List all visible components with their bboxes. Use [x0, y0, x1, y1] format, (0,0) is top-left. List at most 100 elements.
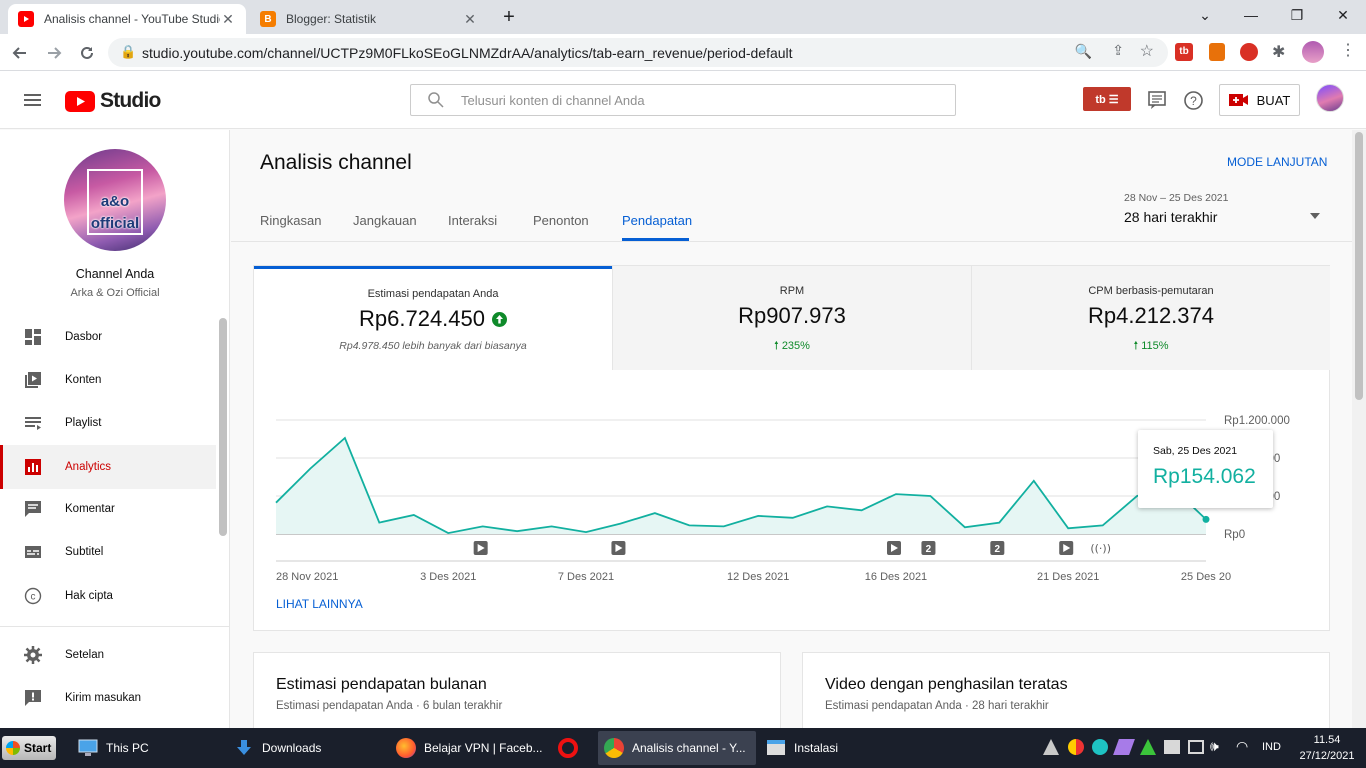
video-event-icon: [473, 541, 488, 555]
sidebar-item-setelan[interactable]: Setelan: [0, 633, 216, 677]
sidebar-item-kirim-masukan[interactable]: Kirim masukan: [0, 676, 216, 720]
sidebar-item-label: Analytics: [65, 461, 112, 473]
studio-logo[interactable]: Studio: [65, 89, 161, 113]
taskbar-downloads[interactable]: Downloads: [228, 731, 376, 765]
tab-search-icon[interactable]: ⌄: [1182, 0, 1228, 30]
tray-disk-icon[interactable]: [1164, 740, 1180, 754]
create-button[interactable]: BUAT: [1219, 84, 1300, 116]
tray-monitor-icon[interactable]: [1188, 740, 1204, 754]
date-range-picker[interactable]: 28 Nov – 25 Des 2021 28 hari terakhir: [1124, 192, 1324, 228]
chrome-menu-icon[interactable]: ⋮: [1340, 40, 1356, 60]
tray-volume-icon[interactable]: 🕪: [1210, 738, 1219, 755]
profile-avatar[interactable]: [1302, 41, 1324, 63]
sidebar-item-playlist[interactable]: Playlist: [0, 401, 216, 445]
taskbar-firefox[interactable]: Belajar VPN | Faceb...: [390, 731, 548, 765]
dropdown-arrow-icon: [1310, 206, 1320, 224]
hamburger-menu-icon[interactable]: [24, 93, 41, 107]
extension-orange-icon[interactable]: [1209, 43, 1225, 61]
badge-count: 2: [995, 544, 1001, 555]
tab-interaksi[interactable]: Interaksi: [448, 213, 497, 228]
avatar-text-line1: a&o: [100, 193, 130, 210]
tubebuddy-menu-button[interactable]: tb ☰: [1083, 87, 1131, 111]
page-scrollbar-thumb[interactable]: [1355, 132, 1363, 400]
sidebar-item-label: Setelan: [65, 649, 105, 661]
extensions-puzzle-icon[interactable]: ✱: [1272, 42, 1285, 62]
taskbar-this-pc[interactable]: This PC: [72, 731, 220, 765]
top-earning-videos-card[interactable]: Video dengan penghasilan teratas Estimas…: [802, 652, 1330, 728]
content-icon: [23, 370, 43, 390]
address-bar[interactable]: 🔒 studio.youtube.com/channel/UCTPz9M0FLk…: [108, 38, 1168, 67]
playlist-icon: [23, 413, 43, 433]
avatar-text-line2: official: [90, 215, 140, 232]
tray-purple-icon[interactable]: [1113, 739, 1135, 755]
sidebar-item-hak-cipta[interactable]: c Hak cipta: [0, 574, 216, 618]
tray-upload-icon[interactable]: [1043, 739, 1059, 755]
share-icon[interactable]: ⇪: [1112, 42, 1124, 59]
metric-cpm[interactable]: CPM berbasis-pemutaran Rp4.212.374 🠕 115…: [971, 266, 1330, 370]
tab-penonton[interactable]: Penonton: [533, 213, 589, 228]
sidebar-item-konten[interactable]: Konten: [0, 358, 216, 402]
card-subtitle: Estimasi pendapatan Anda · 28 hari terak…: [825, 700, 1049, 712]
metric-change: 🠕 235%: [613, 337, 971, 356]
account-avatar[interactable]: [1316, 84, 1344, 112]
messages-icon[interactable]: [1147, 90, 1167, 115]
close-window-icon[interactable]: ✕: [1320, 0, 1366, 30]
x-axis-labels: 28 Nov 2021 3 Des 2021 7 Des 2021 12 Des 20…: [276, 560, 1231, 580]
channel-search-input[interactable]: Telusuri konten di channel Anda: [410, 84, 956, 116]
browser-tab-blogger[interactable]: B Blogger: Statistik ✕: [250, 4, 488, 34]
reload-icon[interactable]: [75, 41, 99, 65]
video-event-icon: [887, 541, 901, 555]
tray-wifi-icon[interactable]: ◠: [1236, 738, 1248, 755]
tab-jangkauan[interactable]: Jangkauan: [353, 213, 417, 228]
date-range: 28 Nov – 25 Des 2021: [1124, 192, 1229, 204]
tray-clock[interactable]: 11.54 27/12/2021: [1294, 732, 1360, 764]
url-text: studio.youtube.com/channel/UCTPz9M0FLkoS…: [142, 44, 793, 61]
see-more-link[interactable]: LIHAT LAINNYA: [276, 597, 363, 611]
extension-tubebuddy-icon[interactable]: tb: [1175, 43, 1193, 61]
chrome-icon: [604, 738, 624, 758]
help-icon[interactable]: ?: [1183, 90, 1204, 116]
metric-estimated-revenue[interactable]: Estimasi pendapatan Anda Rp6.724.450 Rp4…: [254, 266, 612, 370]
windows-logo-icon: [6, 741, 20, 755]
metric-sub: 115%: [1141, 340, 1169, 352]
x-tick-label: 21 Des 2021: [1037, 571, 1099, 580]
extension-red-circle-icon[interactable]: [1240, 43, 1258, 61]
back-icon[interactable]: [8, 41, 32, 65]
card-subtitle: Estimasi pendapatan Anda · 6 bulan terak…: [276, 700, 503, 712]
tray-app-icon[interactable]: [1068, 739, 1084, 755]
advanced-mode-link[interactable]: MODE LANJUTAN: [1227, 155, 1327, 169]
minimize-icon[interactable]: —: [1228, 0, 1274, 30]
page-title: Analisis channel: [260, 151, 412, 174]
close-tab-icon[interactable]: ✕: [220, 11, 236, 27]
monthly-revenue-card[interactable]: Estimasi pendapatan bulanan Estimasi pen…: [253, 652, 781, 728]
taskbar-opera[interactable]: [552, 731, 592, 765]
forward-icon[interactable]: [42, 41, 66, 65]
sidebar-item-dasbor[interactable]: Dasbor: [0, 315, 216, 359]
close-tab-icon[interactable]: ✕: [462, 11, 478, 27]
analytics-icon: [23, 457, 43, 477]
tab-title: Analisis channel - YouTube Studio: [44, 12, 220, 26]
browser-tab-studio[interactable]: Analisis channel - YouTube Studio ✕: [8, 4, 246, 34]
create-video-icon: [1228, 93, 1249, 107]
start-button[interactable]: Start: [2, 736, 56, 760]
windows-taskbar: Start This PC Downloads Belajar VPN | Fa…: [0, 728, 1366, 768]
sidebar-item-komentar[interactable]: Komentar: [0, 487, 216, 531]
restore-icon[interactable]: ❐: [1274, 0, 1320, 30]
tray-teal-icon[interactable]: [1092, 739, 1108, 755]
new-tab-icon[interactable]: +: [498, 6, 520, 28]
sidebar-item-analytics[interactable]: Analytics: [0, 445, 216, 489]
taskbar-instalasi[interactable]: Instalasi: [760, 731, 910, 765]
tooltip-date: Sab, 25 Des 2021: [1153, 445, 1238, 457]
tab-pendapatan[interactable]: Pendapatan: [622, 213, 692, 228]
channel-avatar[interactable]: a&o official: [64, 149, 166, 251]
bookmark-star-icon[interactable]: ☆: [1140, 41, 1154, 61]
taskbar-chrome[interactable]: Analisis channel - Y...: [598, 731, 756, 765]
metric-rpm[interactable]: RPM Rp907.973 🠕 235%: [612, 266, 971, 370]
sidebar-item-label: Kirim masukan: [65, 692, 142, 704]
sidebar-item-subtitel[interactable]: Subtitel: [0, 530, 216, 574]
tray-language[interactable]: IND: [1262, 741, 1281, 753]
tab-ringkasan[interactable]: Ringkasan: [260, 213, 321, 228]
tray-green-icon[interactable]: [1140, 739, 1156, 755]
zoom-icon[interactable]: 🔍: [1075, 43, 1092, 60]
sidebar-scrollbar[interactable]: [219, 318, 227, 536]
